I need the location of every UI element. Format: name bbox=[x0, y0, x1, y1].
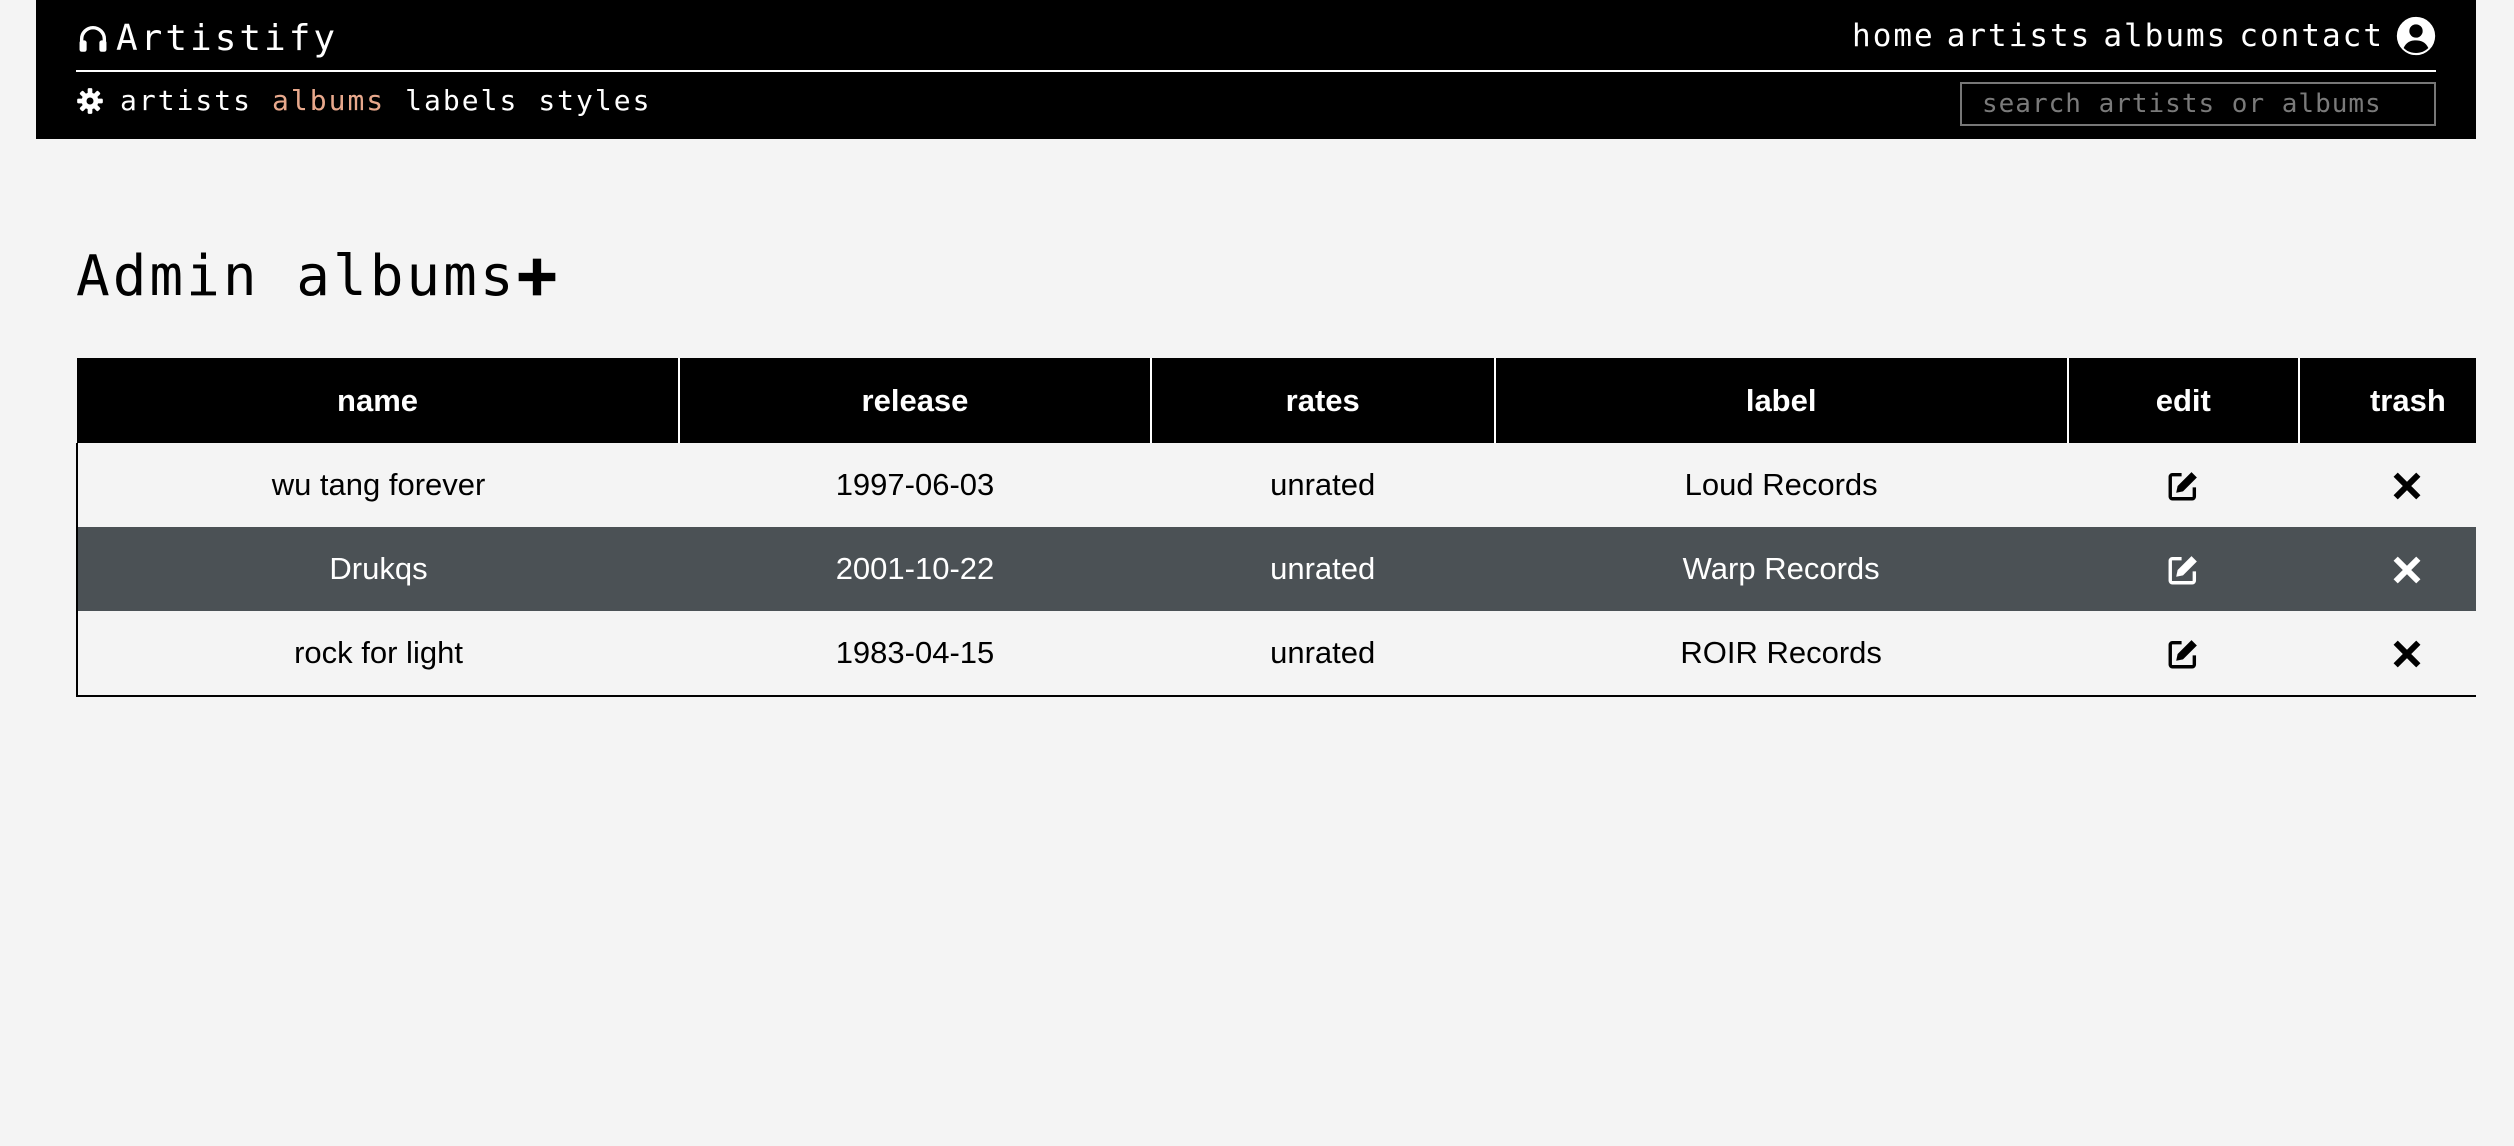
main-nav: home artists albums contact bbox=[1852, 16, 2436, 56]
cell-rates: unrated bbox=[1150, 527, 1495, 611]
nav-albums-link[interactable]: albums bbox=[2103, 18, 2227, 54]
albums-table: name release rates label edit trash wu t… bbox=[76, 358, 2476, 697]
search-input[interactable] bbox=[1960, 82, 2436, 126]
sub-nav-artists[interactable]: artists bbox=[120, 84, 252, 117]
cell-name: wu tang forever bbox=[271, 467, 486, 502]
table-row: Drukqs 2001-10-22 unrated Warp Records bbox=[77, 527, 2476, 611]
column-header-trash: trash bbox=[2298, 358, 2476, 443]
table-row: rock for light 1983-04-15 unrated ROIR R… bbox=[77, 611, 2476, 697]
gear-icon bbox=[77, 87, 103, 114]
column-header-release[interactable]: release bbox=[679, 358, 1152, 443]
sub-nav-albums[interactable]: albums bbox=[272, 84, 385, 117]
sub-nav-styles[interactable]: styles bbox=[538, 84, 651, 117]
page-title-text: Admin albums bbox=[76, 244, 517, 309]
sub-nav-labels[interactable]: labels bbox=[405, 84, 518, 117]
albums-table-container: name release rates label edit trash wu t… bbox=[76, 358, 2476, 697]
cell-edit bbox=[2067, 611, 2299, 697]
user-circle-icon[interactable] bbox=[2396, 16, 2436, 56]
cell-edit bbox=[2067, 527, 2299, 611]
column-header-name[interactable]: name bbox=[77, 358, 681, 443]
cell-release: 1983-04-15 bbox=[679, 611, 1151, 697]
cell-label: Loud Records bbox=[1684, 467, 1878, 502]
cell-label: Warp Records bbox=[1494, 527, 2068, 611]
close-icon[interactable] bbox=[2390, 637, 2424, 671]
edit-icon[interactable] bbox=[2166, 553, 2200, 587]
cell-rates: unrated bbox=[1150, 611, 1495, 697]
edit-icon[interactable] bbox=[2166, 469, 2200, 503]
nav-artists-link[interactable]: artists bbox=[1947, 18, 2092, 54]
cell-trash bbox=[2298, 611, 2476, 697]
cell-rates: unrated bbox=[1270, 467, 1376, 502]
page-title: Admin albums bbox=[76, 244, 557, 309]
admin-sub-nav: artists albums labels styles bbox=[76, 84, 671, 117]
cell-trash bbox=[2299, 443, 2476, 527]
headphones-icon bbox=[79, 25, 107, 52]
cell-edit bbox=[2068, 443, 2299, 527]
column-header-rates[interactable]: rates bbox=[1150, 358, 1496, 443]
navbar-divider bbox=[76, 70, 2436, 72]
nav-home-link[interactable]: home bbox=[1852, 18, 1935, 54]
column-header-edit: edit bbox=[2067, 358, 2300, 443]
plus-icon[interactable] bbox=[517, 257, 557, 297]
cell-name: rock for light bbox=[77, 611, 680, 697]
nav-contact-link[interactable]: contact bbox=[2239, 18, 2384, 54]
brand-name: Artistify bbox=[116, 18, 339, 59]
close-icon[interactable] bbox=[2390, 553, 2424, 587]
cell-release: 1997-06-03 bbox=[835, 467, 995, 502]
brand-logo[interactable]: Artistify bbox=[76, 18, 338, 59]
close-icon[interactable] bbox=[2390, 469, 2424, 503]
cell-trash bbox=[2298, 527, 2476, 611]
top-navbar: Artistify home artists albums contact ar… bbox=[36, 0, 2476, 139]
table-header-row: name release rates label edit trash bbox=[77, 358, 2476, 443]
cell-label: ROIR Records bbox=[1494, 611, 2068, 697]
edit-icon[interactable] bbox=[2166, 637, 2200, 671]
cell-name: Drukqs bbox=[77, 527, 680, 611]
cell-release: 2001-10-22 bbox=[679, 527, 1151, 611]
column-header-label[interactable]: label bbox=[1494, 358, 2069, 443]
table-row: wu tang forever 1997-06-03 unrated Loud … bbox=[77, 443, 2476, 527]
